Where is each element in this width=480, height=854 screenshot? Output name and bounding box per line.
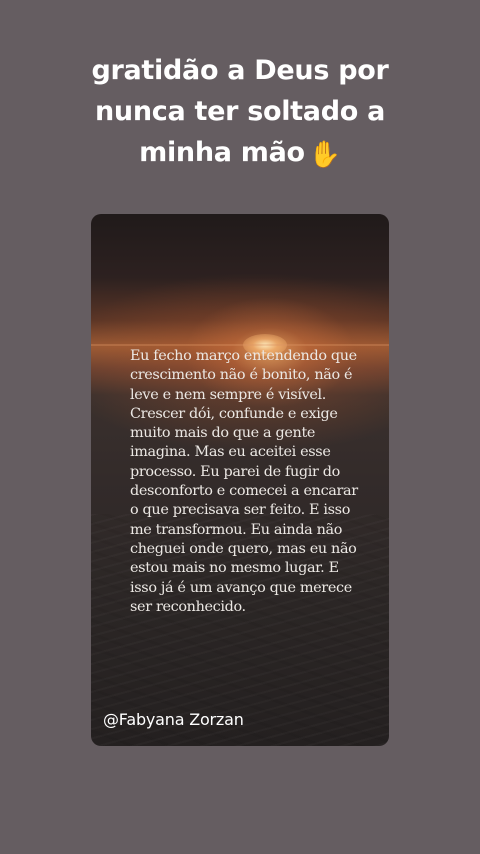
caption-line-3-text: minha mão (139, 137, 305, 168)
raised-hand-icon: ✋ (308, 140, 341, 170)
quote-text: Eu fecho março entendendo que cresciment… (130, 348, 358, 615)
caption-line-2: nunca ter soltado a (94, 96, 386, 127)
story-caption: gratidão a Deus por nunca ter soltado a … (40, 50, 440, 173)
author-handle: @Fabyana Zorzan (103, 710, 244, 729)
horizon-line (91, 344, 389, 346)
quote-card: Eu fecho março entendendo que cresciment… (91, 214, 389, 746)
caption-line-3: minha mão ✋ (40, 132, 440, 173)
caption-line-1: gratidão a Deus por (91, 55, 389, 86)
